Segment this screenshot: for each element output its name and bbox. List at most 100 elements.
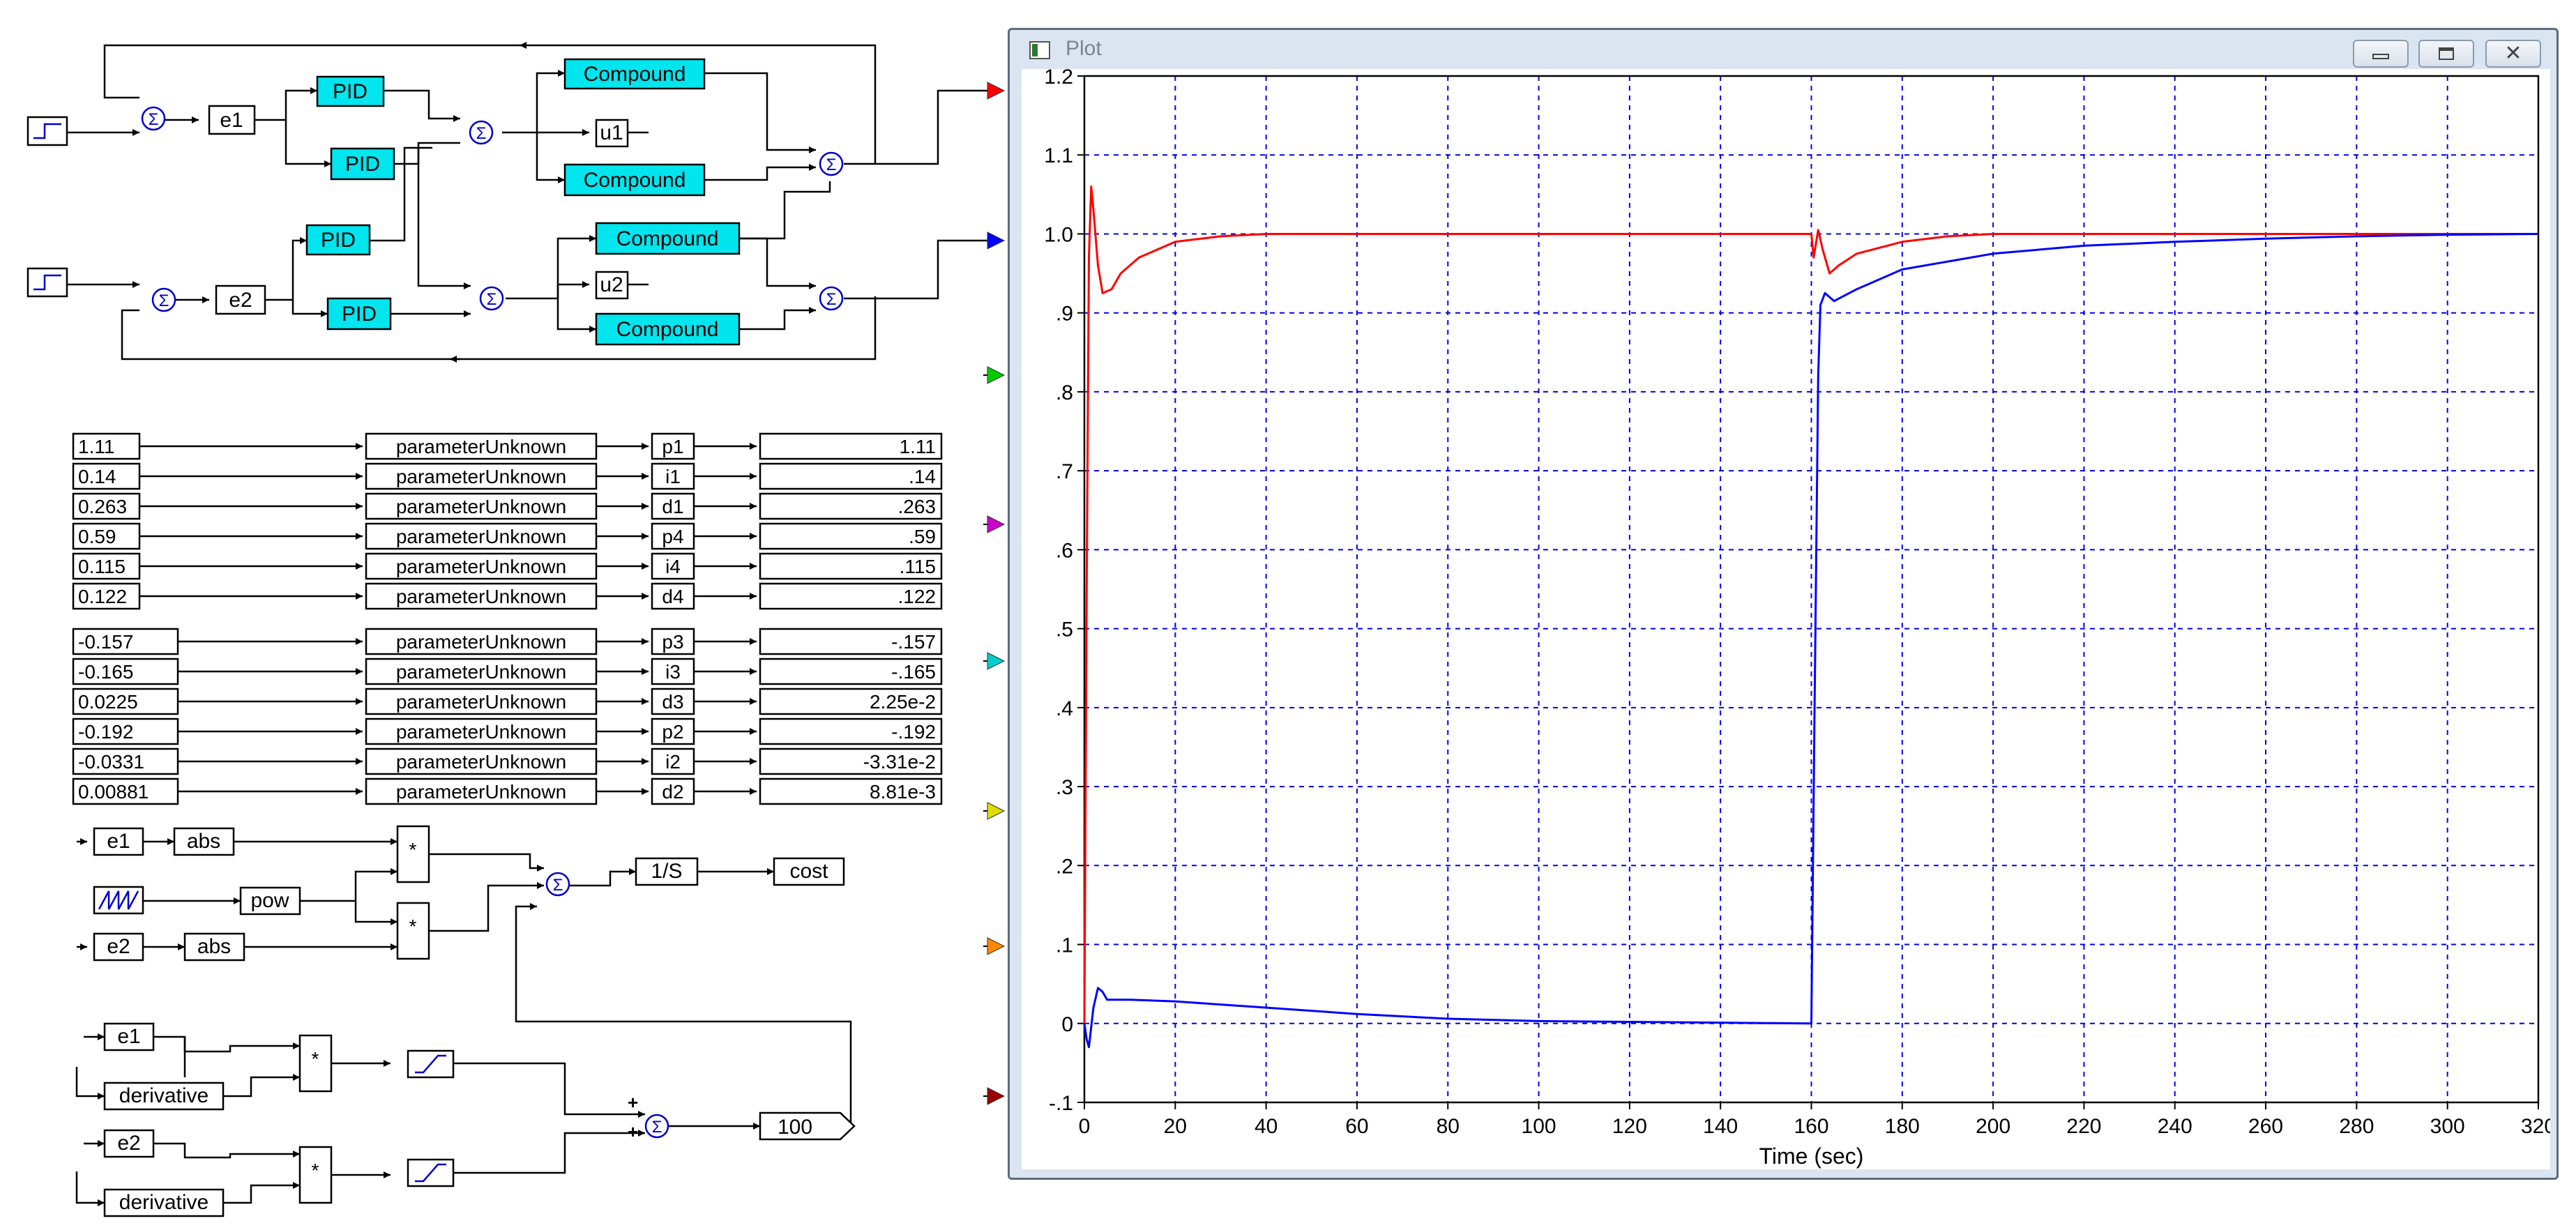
parameter-value-input[interactable]: 0.115 bbox=[72, 552, 141, 580]
abs-block-2[interactable]: abs bbox=[183, 932, 245, 962]
x-tick-label: 0 bbox=[1079, 1115, 1091, 1138]
parameter-name[interactable]: p3 bbox=[651, 628, 695, 655]
parameter-name[interactable]: i1 bbox=[651, 462, 695, 490]
parameter-value-input[interactable]: 0.0225 bbox=[72, 688, 179, 715]
parameter-name[interactable]: i3 bbox=[651, 658, 695, 685]
saturation-block-1[interactable] bbox=[407, 1049, 455, 1079]
signal-e2[interactable]: e2 bbox=[215, 284, 266, 315]
multiply-block-1[interactable]: * bbox=[396, 825, 430, 883]
sum-junction[interactable] bbox=[819, 151, 844, 176]
gain-block[interactable]: 100 bbox=[759, 1111, 856, 1141]
parameter-value-input[interactable]: 1.11 bbox=[72, 432, 141, 460]
pow-block[interactable]: pow bbox=[239, 886, 301, 916]
parameter-name[interactable]: p2 bbox=[651, 718, 695, 745]
compound-block-4[interactable]: Compound bbox=[595, 312, 741, 346]
derivative-block-2[interactable]: derivative bbox=[103, 1188, 225, 1217]
parameter-unknown-block[interactable]: parameterUnknown bbox=[365, 658, 598, 685]
compound-block-2[interactable]: Compound bbox=[563, 163, 706, 197]
parameter-value-input[interactable]: -0.0331 bbox=[72, 747, 179, 775]
sum-junction[interactable] bbox=[545, 872, 570, 897]
parameter-row: 0.122 parameterUnknown d4 .122 bbox=[72, 582, 943, 610]
channel-marker-6[interactable] bbox=[987, 802, 1006, 820]
sum-junction[interactable] bbox=[819, 286, 844, 311]
pid-block-3[interactable]: PID bbox=[305, 224, 371, 256]
parameter-unknown-block[interactable]: parameterUnknown bbox=[365, 432, 598, 460]
integrator-block[interactable]: 1/S bbox=[635, 857, 699, 886]
channel-marker-1[interactable] bbox=[987, 82, 1006, 100]
parameter-name[interactable]: p1 bbox=[651, 432, 695, 460]
parameter-name[interactable]: d4 bbox=[651, 582, 695, 610]
step-source-1[interactable] bbox=[26, 116, 68, 146]
parameter-unknown-block[interactable]: parameterUnknown bbox=[365, 492, 598, 520]
close-button[interactable]: ✕ bbox=[2485, 40, 2541, 68]
line-chart[interactable]: 0 20 40 60 80 100 120 140 160 180 200 220 240 260 280 3… bbox=[1022, 69, 2550, 1169]
output-u1[interactable]: u1 bbox=[595, 119, 629, 148]
parameter-value-input[interactable]: 0.14 bbox=[72, 462, 141, 490]
channel-marker-4[interactable] bbox=[987, 515, 1006, 533]
parameter-name[interactable]: i4 bbox=[651, 552, 695, 580]
pid-block-1[interactable]: PID bbox=[316, 75, 385, 107]
parameter-value-input[interactable]: 0.263 bbox=[72, 492, 141, 520]
output-u2[interactable]: u2 bbox=[595, 271, 629, 300]
parameter-value-input[interactable]: 0.122 bbox=[72, 582, 141, 610]
sum-junction[interactable] bbox=[644, 1114, 669, 1139]
signal-e2-ref[interactable]: e2 bbox=[93, 932, 144, 962]
derivative-block-1[interactable]: derivative bbox=[103, 1081, 225, 1111]
channel-marker-5[interactable] bbox=[987, 652, 1006, 670]
pid-block-4[interactable]: PID bbox=[326, 297, 392, 331]
sum-junction[interactable] bbox=[151, 287, 176, 312]
pid-block-2[interactable]: PID bbox=[330, 147, 395, 181]
multiply-block-2[interactable]: * bbox=[396, 902, 430, 960]
parameter-unknown-block[interactable]: parameterUnknown bbox=[365, 522, 598, 550]
plot-window[interactable]: Plot ✕ 0 20 40 60 80 100 120 140 160 180 200 220 240… bbox=[1008, 28, 2559, 1180]
parameter-unknown-block[interactable]: parameterUnknown bbox=[365, 628, 598, 655]
plot-area[interactable]: 0 20 40 60 80 100 120 140 160 180 200 220 240 260 280 3… bbox=[1022, 69, 2550, 1169]
parameter-value-input[interactable]: -0.157 bbox=[72, 628, 179, 655]
parameter-name[interactable]: d1 bbox=[651, 492, 695, 520]
parameter-unknown-block[interactable]: parameterUnknown bbox=[365, 462, 598, 490]
parameter-name[interactable]: d3 bbox=[651, 688, 695, 715]
signal-e2-penalty[interactable]: e2 bbox=[103, 1129, 155, 1158]
channel-marker-8[interactable] bbox=[987, 1087, 1006, 1105]
parameter-display: -.192 bbox=[759, 718, 943, 745]
parameter-unknown-block[interactable]: parameterUnknown bbox=[365, 777, 598, 805]
parameter-unknown-block[interactable]: parameterUnknown bbox=[365, 747, 598, 775]
channel-marker-2[interactable] bbox=[987, 231, 1006, 250]
abs-block-1[interactable]: abs bbox=[173, 827, 235, 856]
compound-block-1[interactable]: Compound bbox=[563, 58, 706, 90]
parameter-unknown-block[interactable]: parameterUnknown bbox=[365, 688, 598, 715]
minimize-button[interactable] bbox=[2353, 40, 2409, 68]
parameter-value-input[interactable]: -0.192 bbox=[72, 718, 179, 745]
channel-marker-7[interactable] bbox=[987, 937, 1006, 955]
parameter-name[interactable]: p4 bbox=[651, 522, 695, 550]
parameter-value-input[interactable]: -0.165 bbox=[72, 658, 179, 685]
svg-text:d3: d3 bbox=[662, 691, 683, 713]
parameter-name[interactable]: d2 bbox=[651, 777, 695, 805]
parameter-value-input[interactable]: 0.00881 bbox=[72, 777, 179, 805]
signal-e1[interactable]: e1 bbox=[208, 105, 256, 135]
channel-marker-3[interactable] bbox=[987, 366, 1006, 384]
cost-output[interactable]: cost bbox=[773, 857, 845, 886]
parameter-unknown-block[interactable]: parameterUnknown bbox=[365, 552, 598, 580]
sum-junction[interactable] bbox=[479, 286, 504, 311]
svg-text:1.11: 1.11 bbox=[78, 436, 114, 457]
signal-e1-penalty[interactable]: e1 bbox=[103, 1022, 155, 1051]
parameter-value-input[interactable]: 0.59 bbox=[72, 522, 141, 550]
step-source-2[interactable] bbox=[26, 267, 68, 298]
sum-junction[interactable] bbox=[469, 120, 494, 145]
ramp-source[interactable] bbox=[93, 886, 144, 915]
signal-e1-ref[interactable]: e1 bbox=[93, 827, 144, 856]
compound-block-3[interactable]: Compound bbox=[595, 222, 741, 255]
title-bar[interactable]: Plot ✕ bbox=[1010, 30, 2556, 69]
restore-button[interactable] bbox=[2418, 40, 2474, 68]
saturation-block-2[interactable] bbox=[407, 1158, 455, 1187]
svg-text:parameterUnknown: parameterUnknown bbox=[396, 466, 566, 487]
parameter-unknown-block[interactable]: parameterUnknown bbox=[365, 582, 598, 610]
multiply-block-3[interactable]: * bbox=[298, 1034, 333, 1093]
parameter-name[interactable]: i2 bbox=[651, 747, 695, 775]
parameter-unknown-block[interactable]: parameterUnknown bbox=[365, 718, 598, 745]
svg-text:0.14: 0.14 bbox=[78, 466, 116, 487]
sum-junction[interactable] bbox=[141, 106, 166, 131]
svg-text:-0.192: -0.192 bbox=[78, 721, 133, 743]
multiply-block-4[interactable]: * bbox=[298, 1146, 333, 1204]
